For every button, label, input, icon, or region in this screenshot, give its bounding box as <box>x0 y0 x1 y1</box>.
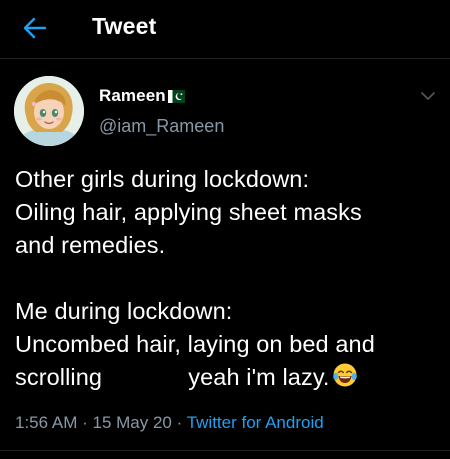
pakistan-flag-icon <box>167 89 185 103</box>
tweet-date: 15 May 20 <box>92 413 172 432</box>
cartoon-girl-avatar-icon <box>14 76 84 146</box>
tweet-meta: 1:56 AM · 15 May 20 · Twitter for Androi… <box>15 413 324 433</box>
tweet-line: Uncombed hair, laying on bed and <box>15 331 375 357</box>
chevron-down-icon[interactable] <box>418 86 438 106</box>
meta-separator: · <box>77 413 93 432</box>
face-with-tears-of-joy-icon <box>332 363 357 387</box>
tweet-line: and remedies. <box>15 232 166 258</box>
avatar[interactable] <box>14 76 84 146</box>
tweet-line: Oiling hair, applying sheet masks <box>15 199 362 225</box>
top-app-bar: Tweet <box>0 0 450 59</box>
meta-separator: · <box>171 413 187 432</box>
tweet-line-text: scrolling yeah i'm lazy. <box>15 364 330 390</box>
divider <box>0 450 450 451</box>
tweet-line: Me during lockdown: <box>15 298 233 324</box>
tweet-line-last: scrolling yeah i'm lazy. <box>15 361 445 394</box>
tweet-time: 1:56 AM <box>15 413 78 432</box>
author-name-row[interactable]: Rameen <box>99 86 185 106</box>
tweet-line: Other girls during lockdown: <box>15 166 310 192</box>
display-name[interactable]: Rameen <box>99 86 166 106</box>
page-title: Tweet <box>92 13 157 39</box>
arrow-left-icon <box>23 17 47 39</box>
tweet-source-link[interactable]: Twitter for Android <box>187 413 324 432</box>
tweet-body: Other girls during lockdown: Oiling hair… <box>15 163 445 394</box>
back-button[interactable] <box>20 14 50 42</box>
author-handle[interactable]: @iam_Rameen <box>99 116 224 137</box>
